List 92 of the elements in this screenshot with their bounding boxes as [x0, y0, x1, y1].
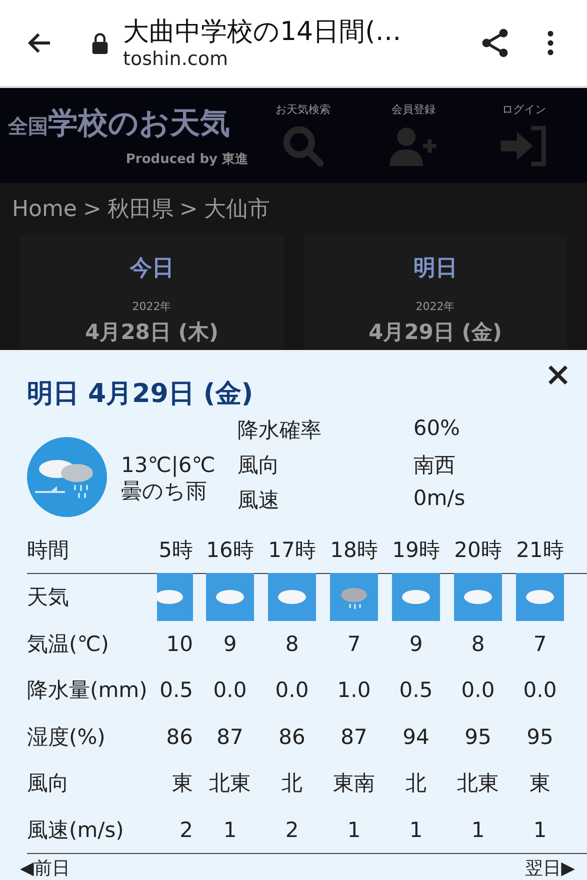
table-cell-text: 0.0 — [522, 678, 558, 702]
table-cell-text: 9 — [408, 632, 424, 656]
table-cell-text: 東 — [528, 770, 552, 798]
cloud-icon — [392, 573, 440, 622]
table-cell-text: 1 — [222, 818, 238, 842]
logo-title: 学校のお天気 — [48, 105, 230, 143]
table-cell-text: 1 — [470, 818, 486, 842]
table-cell-text: 8 — [470, 632, 486, 656]
table-cell-text: 北東 — [456, 770, 500, 798]
temperature-range: 13℃|6℃ — [121, 453, 216, 477]
day-card[interactable]: 明日 2022年 4月29日 (金) — [304, 235, 567, 350]
table-cell-text: 87 — [340, 724, 368, 749]
breadcrumb-separator: > — [179, 196, 198, 222]
table-cell-text: 95 — [464, 724, 492, 749]
table-cell-text: 7 — [532, 632, 548, 656]
table-cell-text: 7 — [346, 632, 362, 656]
table-cell-text: 0.5 — [398, 678, 434, 702]
table-cell-text: 北 — [404, 770, 428, 798]
day-year: 2022年 — [416, 299, 455, 314]
page-domain: toshin.com — [123, 48, 229, 70]
breadcrumb-link[interactable]: 大仙市 — [204, 194, 270, 224]
breadcrumb-link[interactable]: Home — [12, 196, 77, 222]
page-title: 大曲中学校の14日間(… — [123, 16, 402, 48]
cloud-rain-icon — [27, 437, 107, 517]
stat-value: 南西 — [413, 452, 456, 479]
table-cell-text: 2 — [284, 818, 300, 842]
table-cell-text: 0.5 — [158, 678, 194, 702]
table-cell-text: 北東 — [208, 770, 252, 798]
table-cell-text: 1 — [408, 818, 424, 842]
close-icon[interactable] — [547, 364, 569, 386]
stat-value: 0m/s — [413, 486, 466, 512]
nav-label[interactable]: 会員登録 — [391, 102, 436, 117]
row-label: 天気 — [27, 584, 70, 612]
cloud-icon — [516, 573, 564, 622]
cloud-icon — [454, 573, 502, 622]
row-label: 湿度(%) — [27, 724, 106, 751]
stat-label: 風速 — [237, 487, 280, 514]
day-date: 4月28日 (木) — [85, 319, 218, 346]
logo-subtitle: Produced by 東進 — [126, 151, 248, 168]
day-year: 2022年 — [132, 299, 172, 314]
breadcrumb-separator: > — [82, 196, 102, 222]
table-cell-text: 87 — [216, 724, 244, 749]
row-label: 気温(℃) — [27, 630, 110, 658]
detail-title: 明日 4月29日 (金) — [27, 378, 254, 411]
table-cell-text: 0.0 — [274, 678, 310, 702]
breadcrumb-link[interactable]: 秋田県 — [107, 194, 174, 224]
cloud-icon — [268, 573, 316, 622]
table-cell-text: 1.0 — [336, 678, 372, 702]
hour-cell-text: 18時 — [329, 537, 379, 564]
row-label: 風速(m/s) — [27, 816, 125, 844]
table-cell-text: 2 — [178, 818, 194, 842]
previous-day-link[interactable]: ◀前日 — [20, 856, 70, 880]
table-cell-text: 9 — [222, 632, 238, 656]
menu-icon[interactable] — [546, 29, 555, 57]
stat-value: 60% — [413, 416, 462, 442]
table-cell-text: 0.0 — [212, 678, 248, 702]
lock-icon — [91, 32, 109, 54]
cloud-icon — [206, 573, 254, 622]
table-cell-text: 1 — [346, 818, 362, 842]
weather-condition: 曇のち雨 — [121, 478, 208, 505]
hour-cell-text: 16時 — [205, 537, 255, 564]
hour-cell-text: 20時 — [453, 537, 503, 564]
table-cell-text: 0.0 — [460, 678, 496, 702]
table-cell-text: 北 — [280, 770, 304, 798]
day-date: 4月29日 (金) — [368, 319, 502, 346]
table-cell-text: 86 — [278, 724, 306, 749]
table-cell-text: 東 — [171, 770, 194, 798]
table-cell-text: 10 — [165, 632, 194, 656]
hour-cell-text: 21時 — [515, 537, 565, 564]
table-cell-text: 86 — [165, 724, 194, 749]
cloud-icon — [157, 573, 193, 622]
table-cell-text: 1 — [532, 818, 548, 842]
next-day-link[interactable]: 翌日▶ — [525, 856, 575, 880]
row-label: 時間 — [27, 537, 70, 564]
hour-cell-text: 19時 — [391, 537, 441, 564]
nav-label[interactable]: お天気検索 — [276, 102, 331, 117]
day-card[interactable]: 今日 2022年 4月28日 (木) — [20, 235, 284, 350]
hour-cell-text: 5時 — [158, 537, 194, 564]
table-cell-text: 95 — [526, 724, 554, 749]
row-label: 風向 — [27, 770, 70, 798]
row-label: 降水量(mm) — [27, 677, 148, 704]
table-cell-text: 94 — [402, 724, 430, 749]
hour-cell-text: 17時 — [267, 537, 317, 564]
day-label: 今日 — [130, 255, 174, 283]
table-cell-text: 8 — [284, 632, 300, 656]
stat-label: 風向 — [237, 452, 280, 479]
table-cell-text: 東南 — [332, 770, 376, 798]
rain-cloud-icon — [330, 573, 378, 622]
nav-label[interactable]: ログイン — [502, 102, 546, 117]
day-label: 明日 — [413, 255, 458, 283]
stat-label: 降水確率 — [237, 417, 322, 444]
logo-prefix: 全国 — [8, 113, 48, 140]
